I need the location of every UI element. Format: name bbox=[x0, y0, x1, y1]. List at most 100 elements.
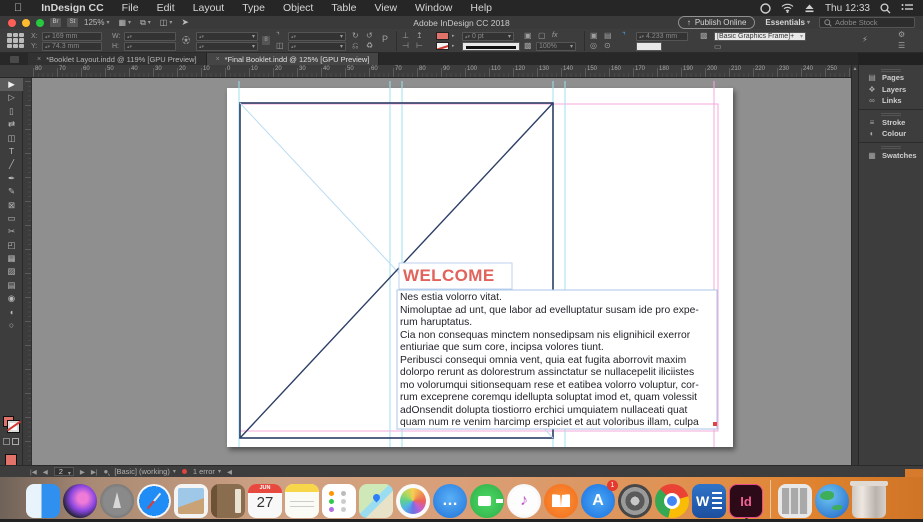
preflight-profile[interactable]: [Basic] (working) ▾ bbox=[114, 467, 175, 476]
hand-tool[interactable]: ◖ bbox=[0, 306, 23, 319]
toolbar-stroke-swatch[interactable] bbox=[7, 420, 20, 433]
tab-close-icon[interactable]: × bbox=[37, 56, 41, 63]
corner-options-icon[interactable]: ⌝ bbox=[622, 31, 626, 40]
dock-icon-itunes[interactable]: ♪ bbox=[507, 484, 541, 518]
last-page-button[interactable]: ▶| bbox=[91, 468, 98, 476]
panel-tab-stroke[interactable]: ≡ Stroke bbox=[859, 117, 923, 129]
type-tool[interactable]: T bbox=[0, 145, 23, 158]
eject-icon[interactable] bbox=[804, 3, 815, 13]
menu-layout[interactable]: Layout bbox=[184, 2, 234, 14]
panel-tab-pages[interactable]: ▤ Pages bbox=[859, 72, 923, 84]
rectangle-tool[interactable]: ▭ bbox=[0, 212, 23, 225]
share-icon[interactable]: ➤ bbox=[181, 17, 189, 28]
constrain-dimensions-icon[interactable]: ⚽︎ bbox=[182, 36, 190, 45]
document-canvas[interactable]: WELCOME Nes estia volorro vitat. Nimolupt… bbox=[32, 78, 851, 465]
align-center-icon[interactable]: ◎ bbox=[590, 41, 597, 50]
horizontal-ruler[interactable]: 80 70 60 50 40 30 20 10 0 10 20 30 40 50 60 70 80 90 100 11… bbox=[0, 65, 861, 78]
vertical-scrollbar[interactable]: ▴ bbox=[851, 65, 858, 465]
align-edges-icon[interactable]: ⊙ bbox=[604, 41, 611, 50]
stroke-color-swatch[interactable] bbox=[436, 42, 449, 50]
zoom-window-button[interactable] bbox=[36, 18, 44, 27]
dock-icon-launchpad[interactable] bbox=[100, 484, 134, 518]
tab-close-icon[interactable]: × bbox=[216, 56, 220, 63]
vertical-ruler[interactable] bbox=[23, 78, 32, 465]
tab-bar-leading-icon[interactable] bbox=[0, 53, 28, 65]
corner-shape-dropdown[interactable] bbox=[636, 42, 662, 51]
selection-tool[interactable]: ▶ bbox=[0, 78, 23, 92]
panel-tab-links[interactable]: ∞ Links bbox=[859, 95, 923, 107]
style-override-icon[interactable]: ▭ bbox=[714, 42, 722, 51]
panel-tab-layers[interactable]: ❖ Layers bbox=[859, 84, 923, 96]
menu-view[interactable]: View bbox=[365, 2, 406, 14]
dock-icon-trash[interactable] bbox=[850, 481, 888, 518]
workspace-switcher[interactable]: Essentials ▾ bbox=[765, 18, 810, 27]
panel-tab-colour[interactable]: ◐ Colour bbox=[859, 128, 923, 140]
select-container-icon[interactable]: ⊥ bbox=[402, 31, 409, 40]
object-style-dropdown[interactable]: [Basic Graphics Frame]+ ▾ bbox=[714, 32, 806, 41]
first-page-button[interactable]: |◀ bbox=[30, 468, 37, 476]
fill-stroke-proxy[interactable] bbox=[3, 416, 20, 433]
select-content-icon[interactable]: ↥ bbox=[416, 31, 423, 40]
adobe-stock-search-input[interactable]: Adobe Stock bbox=[819, 17, 915, 28]
drop-shadow-icon[interactable]: ▢ bbox=[538, 31, 546, 40]
effects-icon[interactable]: ▣ bbox=[524, 31, 532, 40]
dock-icon-calendar[interactable]: JUN 27 bbox=[248, 484, 282, 518]
free-transform-tool[interactable]: ◰ bbox=[0, 239, 23, 252]
dock-icon-app-store[interactable]: A1 bbox=[581, 480, 618, 518]
page-number-dropdown[interactable]: 2 ▾ bbox=[53, 467, 74, 477]
corner-radius-field[interactable]: ▴▾ 4.233 mm bbox=[636, 32, 688, 41]
dock-icon-reminders[interactable] bbox=[322, 484, 356, 518]
dock-icon-maps[interactable] bbox=[359, 484, 393, 518]
scale-y-field[interactable]: ▴▾ ▾ bbox=[196, 42, 258, 51]
document-tab-1[interactable]: × *Booklet Layout.indd @ 119% [GPU Previe… bbox=[28, 53, 207, 65]
menu-window[interactable]: Window bbox=[406, 2, 461, 14]
apple-menu-icon[interactable]:  bbox=[0, 2, 32, 14]
dock-icon-indesign[interactable]: Id bbox=[729, 484, 763, 521]
quick-apply-icon[interactable]: ⚡︎ bbox=[862, 35, 868, 44]
dock-icon-screenshots-stack[interactable] bbox=[778, 484, 812, 518]
flip-horizontal-icon[interactable]: ⎌ bbox=[352, 41, 358, 50]
publish-online-button[interactable]: ↑ Publish Online bbox=[677, 16, 756, 29]
menu-bar-clock[interactable]: Thu 12:33 bbox=[825, 3, 870, 14]
menu-file[interactable]: File bbox=[113, 2, 148, 14]
opacity-field[interactable]: 100% ▾ bbox=[536, 42, 576, 51]
hscroll-left-arrow[interactable]: ◀ bbox=[227, 468, 232, 476]
scissors-tool[interactable]: ✂ bbox=[0, 225, 23, 238]
minimize-window-button[interactable] bbox=[22, 18, 30, 27]
dock-icon-contacts[interactable] bbox=[211, 484, 245, 518]
scale-x-field[interactable]: ▴▾ ▾ bbox=[196, 32, 258, 41]
dock-icon-preview[interactable] bbox=[174, 484, 208, 518]
panel-menu-icon[interactable]: ☰ bbox=[898, 41, 905, 50]
note-tool[interactable]: ▤ bbox=[0, 279, 23, 292]
menu-type[interactable]: Type bbox=[233, 2, 274, 14]
screen-mode-dropdown[interactable]: ⧉ ▾ bbox=[140, 18, 151, 28]
fill-swatch-arrow[interactable]: ▸ bbox=[452, 32, 455, 41]
wifi-icon[interactable] bbox=[781, 3, 794, 13]
dock-icon-photos[interactable] bbox=[396, 484, 430, 518]
gradient-feather-tool[interactable]: ▨ bbox=[0, 265, 23, 278]
page-tool[interactable]: ▯ bbox=[0, 105, 23, 118]
menu-edit[interactable]: Edit bbox=[148, 2, 184, 14]
reference-point-proxy[interactable] bbox=[7, 33, 24, 48]
assistant-icon[interactable] bbox=[760, 2, 771, 14]
wrap-none-icon[interactable]: ▣ bbox=[590, 31, 598, 40]
dock-icon-messages[interactable]: … bbox=[433, 484, 467, 518]
rotate-ccw-icon[interactable]: ↺ bbox=[366, 31, 373, 40]
frame-tool[interactable]: ⊠ bbox=[0, 199, 23, 212]
pen-tool[interactable]: ✒ bbox=[0, 172, 23, 185]
fx-icon[interactable]: fx bbox=[552, 31, 557, 40]
dock-icon-siri[interactable] bbox=[63, 484, 97, 518]
line-tool[interactable]: ╱ bbox=[0, 158, 23, 171]
dock-icon-notes[interactable] bbox=[285, 484, 319, 518]
panel-tab-swatches[interactable]: ▦ Swatches bbox=[859, 150, 923, 162]
arrange-documents-dropdown[interactable]: ◫ ▾ bbox=[160, 18, 173, 27]
dock-icon-safari[interactable] bbox=[137, 484, 171, 518]
preflight-error-text[interactable]: 1 error ▾ bbox=[193, 467, 221, 476]
stock-button[interactable]: St bbox=[67, 18, 78, 27]
stroke-swatch-arrow[interactable]: ▸ bbox=[452, 42, 455, 51]
dock-icon-system-preferences[interactable] bbox=[618, 484, 652, 518]
zoom-level-dropdown[interactable]: 125% ▾ bbox=[84, 18, 109, 27]
formatting-container-toggle[interactable] bbox=[3, 438, 10, 445]
close-window-button[interactable] bbox=[8, 18, 16, 27]
stroke-weight-field[interactable]: ▴▾ 0 pt ▾ bbox=[462, 32, 514, 41]
